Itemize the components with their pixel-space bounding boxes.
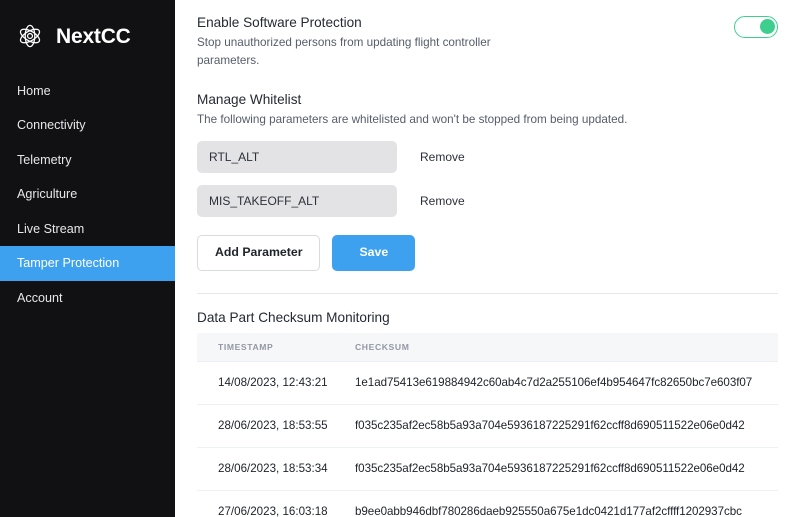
software-protection-toggle[interactable]	[734, 16, 778, 38]
table-row[interactable]: 28/06/2023, 18:53:34 f035c235af2ec58b5a9…	[197, 447, 778, 491]
section-divider	[197, 292, 778, 294]
cell-checksum: f035c235af2ec58b5a93a704e5936187225291f6…	[345, 447, 778, 491]
cell-timestamp: 28/06/2023, 18:53:34	[197, 447, 345, 491]
sidebar-item-label: Telemetry	[17, 152, 72, 167]
sidebar-item-account[interactable]: Account	[0, 281, 175, 315]
cell-timestamp: 28/06/2023, 18:53:55	[197, 404, 345, 448]
cell-timestamp: 27/06/2023, 16:03:18	[197, 490, 345, 517]
atom-pinwheel-icon	[19, 24, 41, 48]
brand-name: NextCC	[56, 24, 131, 48]
sidebar: NextCC Home Connectivity Telemetry Agric…	[0, 0, 175, 517]
whitelist-parameter-input[interactable]: MIS_TAKEOFF_ALT	[197, 185, 397, 218]
checksum-monitoring-title: Data Part Checksum Monitoring	[197, 309, 390, 325]
add-parameter-button[interactable]: Add Parameter	[197, 235, 321, 271]
column-header-checksum: CHECKSUM	[345, 332, 778, 362]
whitelist-parameter-row: RTL_ALT Remove	[197, 140, 778, 174]
checksum-table-body: 14/08/2023, 12:43:21 1e1ad75413e61988494…	[197, 361, 778, 517]
table-row[interactable]: 28/06/2023, 18:53:55 f035c235af2ec58b5a9…	[197, 404, 778, 448]
save-button[interactable]: Save	[332, 235, 416, 271]
remove-parameter-button[interactable]: Remove	[420, 150, 465, 164]
manage-whitelist-title: Manage Whitelist	[197, 91, 302, 107]
checksum-table-head: TIMESTAMP CHECKSUM	[197, 332, 778, 362]
sidebar-item-live-stream[interactable]: Live Stream	[0, 212, 175, 246]
checksum-monitoring-section: Data Part Checksum Monitoring TIMESTAMP …	[197, 310, 778, 517]
checksum-table: TIMESTAMP CHECKSUM 14/08/2023, 12:43:21 …	[197, 332, 778, 517]
toggle-knob-icon	[760, 19, 775, 34]
sidebar-item-label: Agriculture	[17, 187, 78, 202]
manage-whitelist-section: Manage Whitelist The following parameter…	[197, 91, 778, 271]
cell-checksum: b9ee0abb946dbf780286daeb925550a675e1dc04…	[345, 490, 778, 517]
sidebar-item-label: Home	[17, 84, 51, 98]
app-root: NextCC Home Connectivity Telemetry Agric…	[0, 0, 800, 517]
whitelist-parameter-input[interactable]: RTL_ALT	[197, 140, 397, 174]
sidebar-item-tamper-protection[interactable]: Tamper Protection	[0, 246, 175, 281]
brand: NextCC	[0, 0, 175, 56]
whitelist-actions: Add Parameter Save	[197, 235, 778, 271]
sidebar-item-home[interactable]: Home	[0, 74, 175, 108]
sidebar-item-label: Connectivity	[17, 118, 86, 133]
sidebar-item-label: Tamper Protection	[17, 256, 120, 271]
sidebar-item-telemetry[interactable]: Telemetry	[0, 143, 175, 177]
page-title: Enable Software Protection	[197, 15, 362, 30]
table-row[interactable]: 27/06/2023, 16:03:18 b9ee0abb946dbf78028…	[197, 490, 778, 517]
sidebar-item-connectivity[interactable]: Connectivity	[0, 108, 175, 142]
sidebar-item-agriculture[interactable]: Agriculture	[0, 177, 175, 211]
cell-checksum: 1e1ad75413e619884942c60ab4c7d2a255106ef4…	[345, 361, 778, 405]
sidebar-item-label: Live Stream	[17, 221, 85, 236]
remove-parameter-button[interactable]: Remove	[420, 194, 465, 208]
column-header-timestamp: TIMESTAMP	[197, 332, 345, 362]
software-protection-description: Stop unauthorized persons from updating …	[197, 36, 491, 67]
sidebar-item-label: Account	[17, 290, 63, 305]
cell-checksum: f035c235af2ec58b5a93a704e5936187225291f6…	[345, 404, 778, 448]
software-protection-text: Enable Software Protection Stop unauthor…	[197, 14, 527, 69]
cell-timestamp: 14/08/2023, 12:43:21	[197, 361, 345, 405]
software-protection-section: Enable Software Protection Stop unauthor…	[197, 14, 778, 69]
manage-whitelist-description: The following parameters are whitelisted…	[197, 113, 628, 127]
table-row[interactable]: 14/08/2023, 12:43:21 1e1ad75413e61988494…	[197, 361, 778, 405]
sidebar-nav: Home Connectivity Telemetry Agriculture …	[0, 74, 175, 315]
main-content: Enable Software Protection Stop unauthor…	[175, 0, 800, 517]
table-header-row: TIMESTAMP CHECKSUM	[197, 332, 778, 362]
whitelist-parameter-row: MIS_TAKEOFF_ALT Remove	[197, 185, 778, 218]
